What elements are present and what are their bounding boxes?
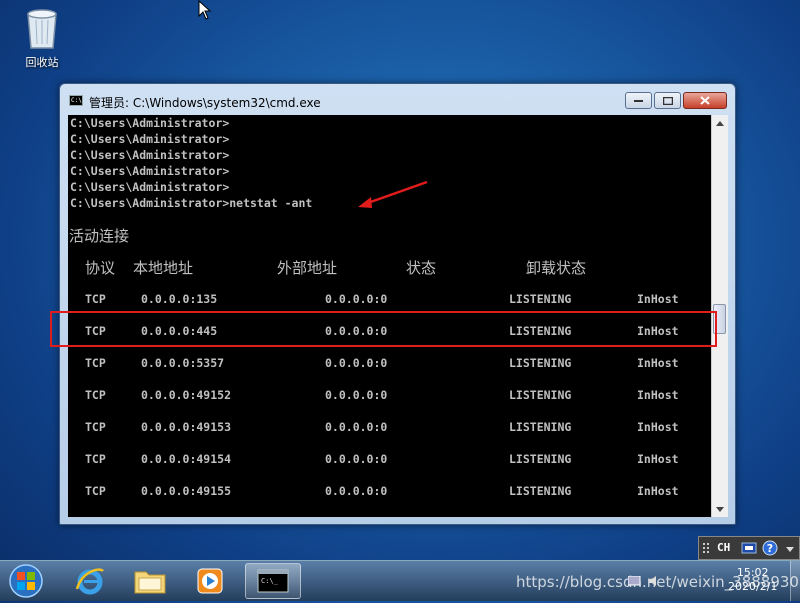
chevron-up-icon [716, 120, 724, 126]
recycle-bin-shortcut[interactable]: 回收站 [14, 6, 70, 70]
cmd-window[interactable]: C:\ 管理员: C:\Windows\system32\cmd.exe C:\… [59, 83, 736, 525]
header-state: 状态 [406, 259, 437, 277]
window-title: 管理员: C:\Windows\system32\cmd.exe [89, 96, 321, 110]
chevron-down-icon [716, 506, 724, 512]
cell-foreign-address: 0.0.0.0:0 [325, 420, 388, 434]
connection-row: TCP 0.0.0.0:5357 0.0.0.0:0 LISTENING InH… [68, 356, 711, 372]
cell-foreign-address: 0.0.0.0:0 [325, 452, 388, 466]
minimize-icon [634, 99, 643, 102]
cell-foreign-address: 0.0.0.0:0 [325, 292, 388, 306]
header-local-address: 本地地址 [133, 259, 194, 277]
cell-protocol: TCP [85, 420, 106, 434]
cell-protocol: TCP [85, 388, 106, 402]
taskbar-cmd-button[interactable]: C:\_ [245, 563, 301, 599]
svg-text:C:\_: C:\_ [261, 577, 279, 585]
cell-local-address: 0.0.0.0:49154 [141, 452, 232, 466]
network-icon[interactable] [628, 576, 642, 586]
cell-local-address: 0.0.0.0:5357 [141, 356, 225, 370]
close-icon [700, 96, 710, 105]
annotation-arrow-icon [355, 180, 430, 214]
prompt-line: C:\Users\Administrator> [70, 132, 230, 146]
taskbar-ie-button[interactable] [62, 563, 118, 599]
cell-foreign-address: 0.0.0.0:0 [325, 356, 388, 370]
scroll-up-button[interactable] [712, 115, 728, 131]
cell-offload-state: InHost [637, 292, 679, 306]
window-titlebar[interactable]: C:\ 管理员: C:\Windows\system32\cmd.exe [60, 84, 735, 114]
mouse-cursor-icon [198, 0, 212, 24]
recycle-bin-label: 回收站 [25, 56, 59, 69]
media-player-icon [197, 568, 223, 594]
show-desktop-button[interactable] [790, 561, 800, 601]
input-language-label[interactable]: CH [717, 541, 730, 554]
maximize-button[interactable] [654, 92, 681, 109]
command-line: C:\Users\Administrator>netstat -ant [70, 196, 313, 210]
prompt-line: C:\Users\Administrator> [70, 148, 230, 162]
recycle-bin-icon [24, 6, 60, 50]
connection-row: TCP 0.0.0.0:49152 0.0.0.0:0 LISTENING In… [68, 388, 711, 404]
cell-offload-state: InHost [637, 388, 679, 402]
taskbar-explorer-button[interactable] [122, 563, 178, 599]
internet-explorer-icon [75, 568, 104, 595]
svg-text:?: ? [767, 542, 773, 555]
taskbar: C:\_ https://blog.csdn.net/weixin_388893… [0, 560, 800, 601]
cell-protocol: TCP [85, 356, 106, 370]
keyboard-grip-icon [703, 543, 709, 553]
input-method-icon[interactable] [741, 541, 757, 555]
connection-row: TCP 0.0.0.0:49154 0.0.0.0:0 LISTENING In… [68, 452, 711, 468]
connection-row: TCP 0.0.0.0:49155 0.0.0.0:0 LISTENING In… [68, 484, 711, 500]
cell-offload-state: InHost [637, 452, 679, 466]
header-protocol: 协议 [85, 259, 116, 277]
cell-state: LISTENING [509, 356, 572, 370]
cell-protocol: TCP [85, 292, 106, 306]
clock-time: 15:02 [736, 566, 769, 579]
help-icon[interactable]: ? [762, 540, 778, 556]
connection-row: TCP 0.0.0.0:135 0.0.0.0:0 LISTENING InHo… [68, 292, 711, 308]
cell-local-address: 0.0.0.0:135 [141, 292, 218, 306]
cell-offload-state: InHost [637, 484, 679, 498]
cell-state: LISTENING [509, 388, 572, 402]
cell-state: LISTENING [509, 484, 572, 498]
cell-foreign-address: 0.0.0.0:0 [325, 388, 388, 402]
prompt-line: C:\Users\Administrator> [70, 164, 230, 178]
maximize-icon [662, 96, 673, 105]
folder-icon [134, 571, 166, 594]
cell-offload-state: InHost [637, 420, 679, 434]
connection-row: TCP 0.0.0.0:49153 0.0.0.0:0 LISTENING In… [68, 420, 711, 436]
header-offload-state: 卸载状态 [526, 259, 587, 277]
options-down-icon[interactable] [785, 543, 795, 555]
windows-logo-icon [9, 564, 43, 598]
command-prompt-icon: C:\_ [257, 569, 289, 593]
prompt-line: C:\Users\Administrator> [70, 180, 230, 194]
cell-state: LISTENING [509, 452, 572, 466]
cell-local-address: 0.0.0.0:49152 [141, 388, 232, 402]
scroll-down-button[interactable] [712, 501, 728, 517]
cell-offload-state: InHost [637, 356, 679, 370]
cell-local-address: 0.0.0.0:49155 [141, 484, 232, 498]
cell-protocol: TCP [85, 452, 106, 466]
section-title: 活动连接 [69, 227, 130, 245]
volume-icon[interactable] [648, 575, 662, 587]
taskbar-media-player-button[interactable] [182, 563, 238, 599]
header-foreign-address: 外部地址 [277, 259, 338, 277]
language-bar[interactable]: CH ? [698, 536, 800, 560]
cell-foreign-address: 0.0.0.0:0 [325, 484, 388, 498]
cmd-app-icon: C:\ [69, 95, 83, 106]
clock-date: 2020/2/1 [728, 580, 778, 593]
prompt-line: C:\Users\Administrator> [70, 116, 230, 130]
cell-state: LISTENING [509, 292, 572, 306]
system-clock[interactable]: 15:02 2020/2/1 [728, 566, 777, 594]
minimize-button[interactable] [625, 92, 652, 109]
close-button[interactable] [683, 92, 727, 109]
start-button[interactable] [6, 563, 46, 599]
cell-local-address: 0.0.0.0:49153 [141, 420, 232, 434]
cell-protocol: TCP [85, 484, 106, 498]
cell-state: LISTENING [509, 420, 572, 434]
highlight-annotation-box [50, 311, 717, 347]
